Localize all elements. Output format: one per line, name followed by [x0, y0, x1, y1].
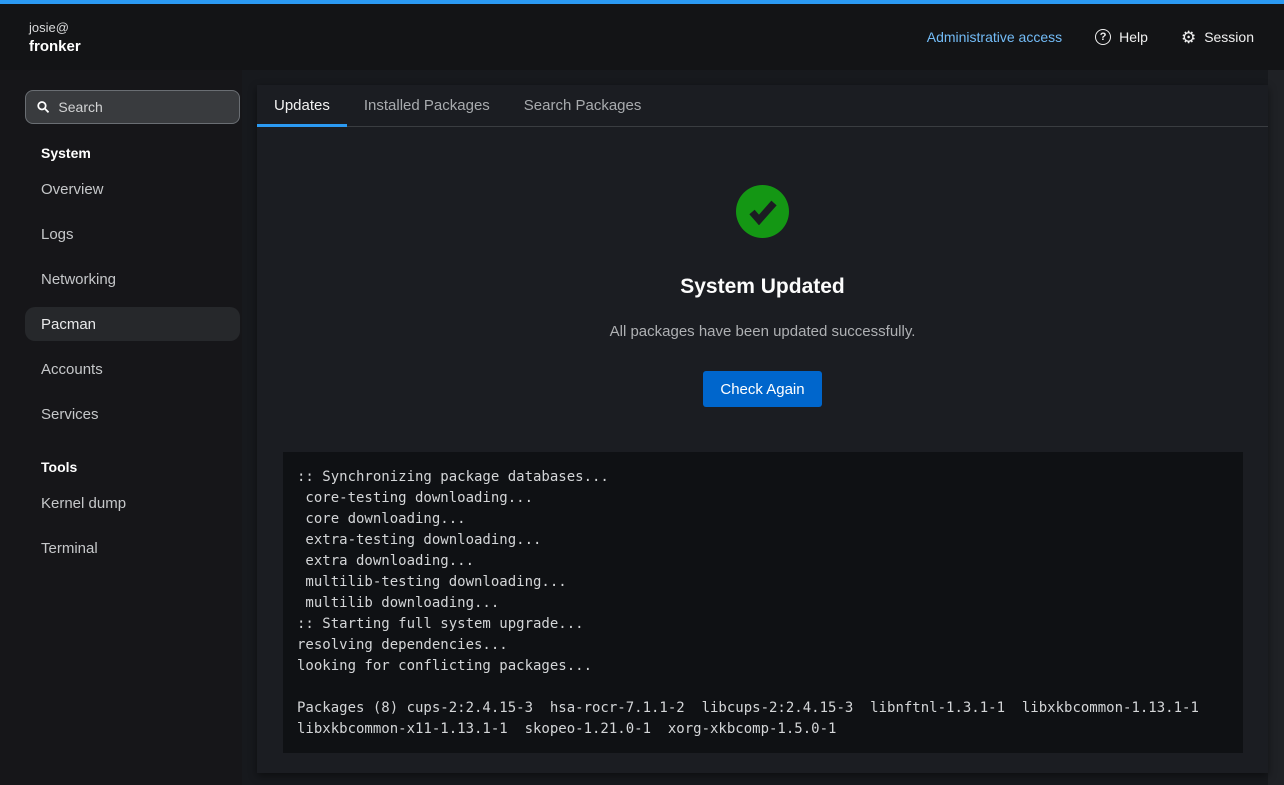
hostname: fronker	[29, 38, 81, 55]
status-title: System Updated	[257, 275, 1268, 299]
masthead-toolbar: Administrative access ? Help ⚙ Session	[927, 29, 1254, 46]
sidebar-item-networking[interactable]: Networking	[25, 262, 240, 296]
sidebar: System Overview Logs Networking Pacman A…	[0, 70, 242, 785]
nav-heading-system: System	[25, 145, 240, 161]
top-accent-bar	[0, 0, 1284, 4]
pacman-output-box: :: Synchronizing package databases... co…	[283, 452, 1243, 753]
tab-installed-packages[interactable]: Installed Packages	[347, 85, 507, 126]
tab-updates[interactable]: Updates	[257, 85, 347, 126]
tab-search-packages[interactable]: Search Packages	[507, 85, 659, 126]
pacman-page-card: Updates Installed Packages Search Packag…	[257, 85, 1268, 773]
main-area: Updates Installed Packages Search Packag…	[242, 70, 1284, 785]
search-input[interactable]	[58, 99, 228, 115]
sidebar-search[interactable]	[25, 90, 240, 124]
nav-group-tools: Tools Kernel dump Terminal	[25, 459, 240, 565]
check-glyph	[748, 199, 778, 225]
help-button[interactable]: ? Help	[1095, 29, 1148, 45]
gear-icon: ⚙	[1181, 29, 1196, 46]
update-status-panel: System Updated All packages have been up…	[257, 127, 1268, 407]
help-label: Help	[1119, 29, 1148, 45]
nav-group-system: System Overview Logs Networking Pacman A…	[25, 145, 240, 431]
sidebar-item-logs[interactable]: Logs	[25, 217, 240, 251]
logged-in-user: josie@	[29, 20, 81, 35]
sidebar-item-pacman[interactable]: Pacman	[25, 307, 240, 341]
nav-heading-tools: Tools	[25, 459, 240, 475]
success-check-icon	[736, 185, 789, 238]
pacman-terminal-output: :: Synchronizing package databases... co…	[297, 467, 1229, 740]
session-label: Session	[1204, 29, 1254, 45]
host-switcher[interactable]: josie@ fronker	[29, 20, 81, 55]
session-button[interactable]: ⚙ Session	[1181, 29, 1254, 46]
sidebar-item-accounts[interactable]: Accounts	[25, 352, 240, 386]
tab-bar: Updates Installed Packages Search Packag…	[257, 85, 1268, 127]
check-again-button[interactable]: Check Again	[703, 371, 821, 407]
sidebar-item-terminal[interactable]: Terminal	[25, 531, 240, 565]
administrative-access-button[interactable]: Administrative access	[927, 29, 1062, 45]
sidebar-item-services[interactable]: Services	[25, 397, 240, 431]
sidebar-item-overview[interactable]: Overview	[25, 172, 240, 206]
masthead: josie@ fronker Administrative access ? H…	[0, 0, 1284, 70]
vertical-scrollbar[interactable]	[1268, 70, 1284, 785]
search-icon	[37, 100, 49, 114]
status-subtitle: All packages have been updated successfu…	[257, 323, 1268, 340]
sidebar-item-kernel-dump[interactable]: Kernel dump	[25, 486, 240, 520]
question-circle-icon: ?	[1095, 29, 1111, 45]
